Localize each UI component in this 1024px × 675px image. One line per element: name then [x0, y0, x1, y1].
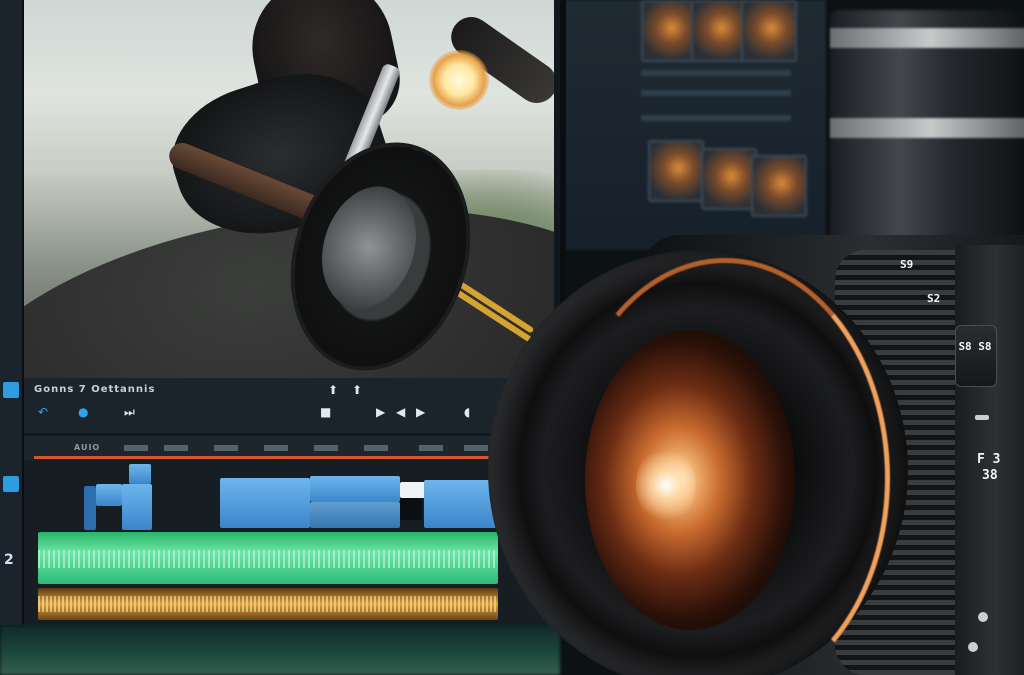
track-label: [124, 445, 148, 451]
video-clip[interactable]: [310, 476, 400, 502]
playback-controls: Gonns 7 Oettannis ⬆ ⬆ ↶ ● ⏭ ■ ▶ ◀ ▶ ◖: [24, 378, 554, 433]
track-label: [364, 445, 388, 451]
lens-marking: F 3: [977, 452, 1001, 467]
track-label: [314, 445, 338, 451]
lens-glint: [636, 445, 696, 525]
timeline-panel: AUIO: [24, 436, 554, 626]
thumbnail: [648, 140, 704, 202]
lens-switch: [978, 612, 988, 622]
thumbnail: [751, 155, 807, 217]
lens-index-mark: [975, 415, 989, 420]
motorcycle-headlight: [429, 50, 489, 110]
music-track[interactable]: [38, 588, 498, 620]
lens-marking: S9: [900, 258, 914, 271]
background-lens-ring: [830, 28, 1024, 48]
track-label: [164, 445, 188, 451]
thumbnail: [641, 0, 697, 62]
clip-name: Gonns 7 Oettannis: [34, 384, 156, 395]
thumbnail-caption: [641, 115, 791, 121]
step-forward-icon[interactable]: ▶: [416, 406, 425, 418]
thumbnail-caption: [641, 90, 791, 96]
stop-icon[interactable]: ■: [320, 406, 331, 418]
track-label: [214, 445, 238, 451]
thumbnail: [691, 0, 747, 62]
sidebar-tool-button[interactable]: [3, 476, 19, 492]
thumbnail-caption: [641, 70, 791, 76]
record-icon[interactable]: ●: [78, 406, 88, 418]
background-monitor: [548, 0, 826, 250]
track-label: [419, 445, 443, 451]
lens-distance-window: [955, 325, 997, 387]
video-clip[interactable]: [424, 480, 498, 528]
gap-clip[interactable]: [400, 498, 422, 520]
video-clip[interactable]: [122, 484, 152, 530]
thumbnail: [741, 0, 797, 62]
audio-track[interactable]: [38, 532, 498, 584]
video-clip[interactable]: [84, 486, 96, 530]
background-lens-ring: [830, 118, 1024, 138]
track-label: AUIO: [74, 443, 101, 452]
audio-waveform: [38, 550, 498, 568]
track-label: [264, 445, 288, 451]
undo-icon[interactable]: ↶: [38, 406, 48, 418]
video-preview: [24, 0, 554, 380]
lens-marking: S2: [927, 292, 941, 305]
editor-sidebar: 2: [0, 0, 24, 625]
audio-icon[interactable]: ◖: [464, 406, 470, 418]
marker-in-icon[interactable]: ⬆: [328, 384, 338, 396]
desk-surface: [0, 625, 560, 675]
video-clip[interactable]: [220, 478, 310, 528]
video-clip[interactable]: [310, 502, 400, 528]
marker-out-icon[interactable]: ⬆: [352, 384, 362, 396]
video-clip[interactable]: [129, 464, 151, 484]
track-label: [464, 445, 488, 451]
audio-waveform: [38, 596, 498, 612]
photo-scene: 2 Gonns 7 Oettannis ⬆ ⬆ ↶ ● ⏭ ■ ▶ ◀ ▶ ◖ …: [0, 0, 1024, 675]
playhead[interactable]: [34, 456, 504, 459]
lens-switch: [968, 642, 978, 652]
sidebar-track-number: 2: [4, 552, 14, 568]
thumbnail: [701, 148, 757, 210]
step-back-icon[interactable]: ◀: [396, 406, 405, 418]
skip-icon[interactable]: ⏭: [124, 406, 135, 418]
lens-marking: 38: [982, 468, 998, 483]
lens-marking: S8 S8: [958, 340, 992, 353]
play-icon[interactable]: ▶: [376, 406, 385, 418]
video-clip[interactable]: [96, 484, 122, 506]
sidebar-tool-button[interactable]: [3, 382, 19, 398]
editing-monitor: 2 Gonns 7 Oettannis ⬆ ⬆ ↶ ● ⏭ ■ ▶ ◀ ▶ ◖ …: [0, 0, 566, 626]
